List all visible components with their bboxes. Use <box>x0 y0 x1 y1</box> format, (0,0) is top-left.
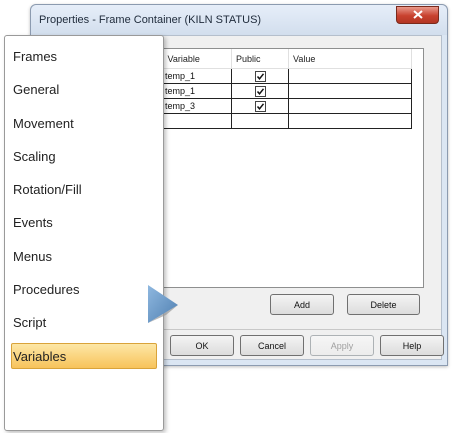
column-header-public[interactable]: Public <box>231 49 289 69</box>
close-icon <box>412 6 423 24</box>
public-checkbox[interactable] <box>254 70 266 82</box>
table-row[interactable]: temp_1 <box>163 68 412 84</box>
value-cell[interactable] <box>288 113 412 129</box>
delete-button[interactable]: Delete <box>347 294 420 315</box>
arrow-pointer-icon <box>146 283 180 330</box>
value-cell[interactable] <box>288 68 412 84</box>
column-header-variable[interactable]: Variable <box>163 49 232 69</box>
column-header-value[interactable]: Value <box>288 49 412 69</box>
nav-item-events[interactable]: Events <box>11 210 157 236</box>
nav-item-script[interactable]: Script <box>11 310 157 336</box>
window-title: Properties - Frame Container (KILN STATU… <box>39 14 262 26</box>
nav-item-frames[interactable]: Frames <box>11 44 157 70</box>
public-checkbox[interactable] <box>254 85 266 97</box>
nav-item-rotation-fill[interactable]: Rotation/Fill <box>11 177 157 203</box>
title-bar[interactable]: Properties - Frame Container (KILN STATU… <box>31 5 447 35</box>
table-row[interactable]: temp_3 <box>163 98 412 114</box>
nav-item-movement[interactable]: Movement <box>11 111 157 137</box>
nav-item-scaling[interactable]: Scaling <box>11 144 157 170</box>
table-row[interactable] <box>163 113 412 129</box>
public-cell[interactable] <box>231 83 289 99</box>
close-button[interactable] <box>396 6 439 24</box>
public-cell[interactable] <box>231 68 289 84</box>
value-cell[interactable] <box>288 83 412 99</box>
property-category-panel: Frames General Movement Scaling Rotation… <box>4 35 164 431</box>
nav-item-variables[interactable]: Variables <box>11 343 157 369</box>
cancel-button[interactable]: Cancel <box>240 335 304 356</box>
variables-table[interactable]: Variable Public Value temp_1 temp_1 temp… <box>162 48 424 288</box>
nav-item-general[interactable]: General <box>11 77 157 103</box>
nav-item-menus[interactable]: Menus <box>11 244 157 270</box>
check-icon <box>256 102 264 110</box>
apply-button[interactable]: Apply <box>310 335 374 356</box>
check-icon <box>256 87 264 95</box>
value-cell[interactable] <box>288 98 412 114</box>
check-icon <box>256 72 264 80</box>
nav-item-procedures[interactable]: Procedures <box>11 277 157 303</box>
variable-name-cell[interactable]: temp_1 <box>163 83 232 99</box>
public-checkbox[interactable] <box>254 100 266 112</box>
add-button[interactable]: Add <box>270 294 334 315</box>
public-cell[interactable] <box>231 98 289 114</box>
variable-name-cell[interactable] <box>163 113 232 129</box>
variable-name-cell[interactable]: temp_3 <box>163 98 232 114</box>
table-row[interactable]: temp_1 <box>163 83 412 99</box>
ok-button[interactable]: OK <box>170 335 234 356</box>
public-cell[interactable] <box>231 113 289 129</box>
variable-name-cell[interactable]: temp_1 <box>163 68 232 84</box>
help-button[interactable]: Help <box>380 335 444 356</box>
